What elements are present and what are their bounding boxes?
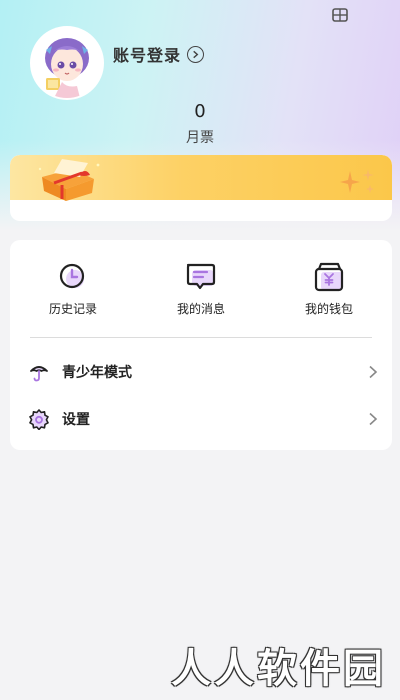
shortcut-label: 我的钱包	[304, 302, 353, 316]
sparkle-icon	[340, 169, 374, 193]
anime-avatar-illustration	[32, 28, 102, 98]
wallet-icon	[314, 262, 344, 292]
login-label: 账号登录	[113, 46, 182, 65]
ticket-icon[interactable]	[332, 7, 348, 22]
login-link[interactable]: 账号登录	[113, 42, 205, 66]
menu-card: 历史记录 我的消息 我的钱包 青少年模式 设置	[10, 240, 392, 450]
monthly-ticket-label[interactable]: 月票	[160, 127, 240, 147]
avatar[interactable]	[32, 28, 102, 98]
umbrella-icon	[30, 366, 48, 382]
monthly-ticket-count[interactable]: 0	[160, 101, 240, 122]
menu-item-settings[interactable]: 设置	[28, 404, 378, 434]
shortcut-label: 历史记录	[48, 302, 97, 316]
gear-icon	[29, 409, 49, 430]
shortcut-messages[interactable]: 我的消息	[151, 260, 251, 320]
gift-box-icon	[38, 159, 100, 201]
menu-item-teen-mode[interactable]: 青少年模式	[28, 357, 378, 387]
menu-item-label: 青少年模式	[62, 365, 132, 381]
shortcut-label: 我的消息	[176, 302, 225, 316]
chevron-right-icon	[369, 412, 378, 426]
message-icon	[186, 263, 216, 290]
promo-banner[interactable]	[10, 155, 392, 221]
shortcut-history[interactable]: 历史记录	[23, 260, 123, 320]
divider	[30, 337, 372, 338]
menu-item-label: 设置	[62, 412, 90, 428]
watermark: 人人软件园	[171, 646, 386, 692]
chevron-right-icon	[369, 365, 378, 379]
chevron-right-circle-icon	[187, 45, 205, 63]
shortcut-wallet[interactable]: 我的钱包	[279, 260, 379, 320]
clock-icon	[59, 263, 85, 289]
